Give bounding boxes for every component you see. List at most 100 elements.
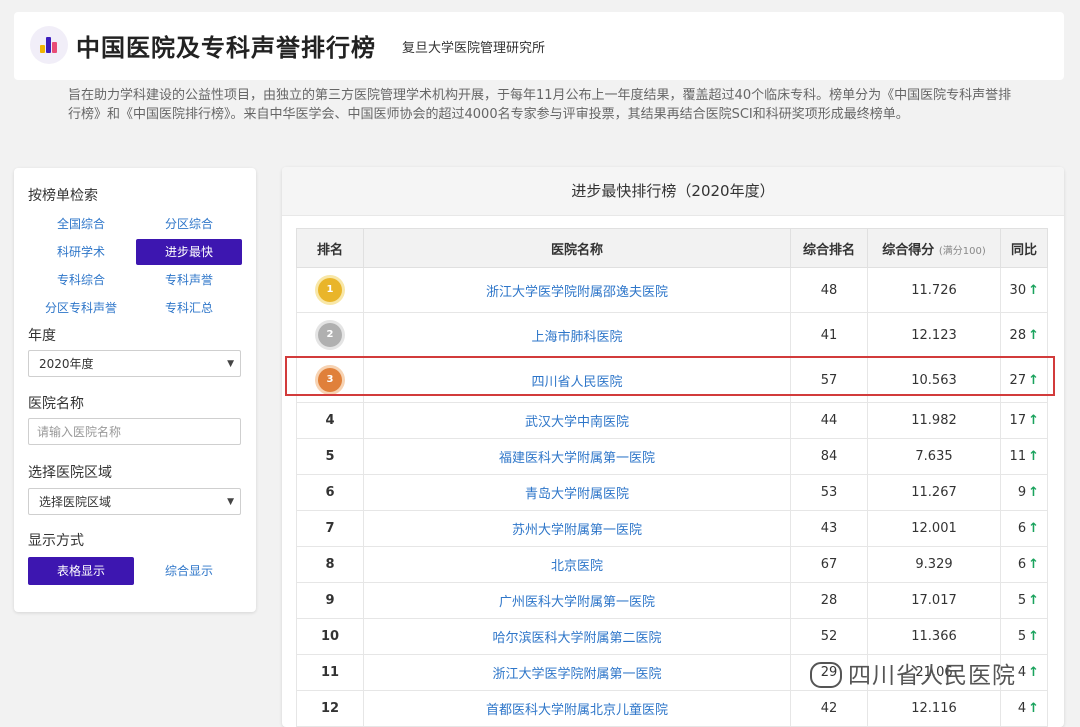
hospital-name-link[interactable]: 苏州大学附属第一医院: [363, 510, 791, 547]
table-display-button[interactable]: 表格显示: [28, 557, 134, 585]
watermark: 四川省人民医院: [810, 656, 1016, 690]
up-arrow-icon: ↑: [1028, 485, 1039, 500]
page-title: 中国医院及专科声誉排行榜: [76, 34, 376, 62]
rank-cell: 3: [296, 357, 364, 403]
yoy-cell: 30 ↑: [1000, 267, 1048, 313]
hospital-name-link[interactable]: 北京医院: [363, 546, 791, 583]
rank-cell: 6: [296, 474, 364, 511]
up-arrow-icon: ↑: [1028, 327, 1039, 343]
hospital-name-link[interactable]: 福建医科大学附属第一医院: [363, 438, 791, 475]
yoy-cell: 6 ↑: [1000, 510, 1048, 547]
score-cell: 11.726: [867, 267, 1001, 313]
list-link-specialty-summary[interactable]: 专科汇总: [136, 295, 242, 321]
table-row: 4 武汉大学中南医院 44 11.982 17 ↑: [296, 402, 1048, 439]
col-score: 综合得分 (满分100): [867, 228, 1001, 268]
yoy-value: 5: [1017, 593, 1027, 608]
yoy-cell: 5 ↑: [1000, 582, 1048, 619]
list-link-research[interactable]: 科研学术: [28, 239, 134, 265]
table-row: 6 青岛大学附属医院 53 11.267 9 ↑: [296, 474, 1048, 511]
list-link-national[interactable]: 全国综合: [28, 211, 134, 237]
hospital-name-link[interactable]: 浙江大学医学院附属邵逸夫医院: [363, 267, 791, 313]
rank-cell: 4: [296, 402, 364, 439]
yoy-value: 6: [1017, 557, 1027, 572]
table-row: 2 上海市肺科医院 41 12.123 28 ↑: [296, 312, 1048, 358]
up-arrow-icon: ↑: [1028, 282, 1039, 298]
year-select[interactable]: 2020年度 ▼: [28, 350, 241, 377]
yoy-value: 6: [1017, 521, 1027, 536]
table-row: 1 浙江大学医学院附属邵逸夫医院 48 11.726 30 ↑: [296, 267, 1048, 313]
list-link-specialty-overall[interactable]: 专科综合: [28, 267, 134, 293]
rank-cell: 8: [296, 546, 364, 583]
hospital-name-link[interactable]: 上海市肺科医院: [363, 312, 791, 358]
yoy-value: 27: [1009, 372, 1027, 388]
yoy-value: 4: [1017, 701, 1027, 716]
year-label: 年度: [28, 328, 56, 344]
rank-cell: 11: [296, 654, 364, 691]
rank-value: 7: [325, 521, 335, 536]
overall-rank-cell: 42: [790, 690, 868, 727]
rank-value: 10: [320, 629, 340, 644]
score-cell: 12.001: [867, 510, 1001, 547]
score-cell: 7.635: [867, 438, 1001, 475]
up-arrow-icon: ↑: [1028, 372, 1039, 388]
rank-value: 4: [325, 413, 335, 428]
caret-down-icon: ▼: [227, 359, 234, 369]
up-arrow-icon: ↑: [1028, 665, 1039, 680]
up-arrow-icon: ↑: [1028, 701, 1039, 716]
score-cell: 11.267: [867, 474, 1001, 511]
rank-cell: 9: [296, 582, 364, 619]
hospital-name-link[interactable]: 广州医科大学附属第一医院: [363, 582, 791, 619]
table-header-row: 排名 医院名称 综合排名 综合得分 (满分100) 同比: [296, 228, 1048, 268]
table-row: 8 北京医院 67 9.329 6 ↑: [296, 546, 1048, 583]
col-rank: 排名: [296, 228, 364, 268]
table-row: 12 首都医科大学附属北京儿童医院 42 12.116 4 ↑: [296, 690, 1048, 727]
hospital-name-link[interactable]: 浙江大学医学院附属第一医院: [363, 654, 791, 691]
rank-cell: 1: [296, 267, 364, 313]
overall-rank-cell: 43: [790, 510, 868, 547]
score-cell: 11.982: [867, 402, 1001, 439]
yoy-cell: 9 ↑: [1000, 474, 1048, 511]
hospital-name-input[interactable]: [28, 418, 241, 445]
list-link-most-improved[interactable]: 进步最快: [136, 239, 242, 265]
watermark-text: 四川省人民医院: [848, 663, 1016, 689]
combined-display-link[interactable]: 综合显示: [136, 557, 242, 585]
yoy-value: 9: [1017, 485, 1027, 500]
hospital-name-link[interactable]: 武汉大学中南医院: [363, 402, 791, 439]
overall-rank-cell: 41: [790, 312, 868, 358]
hospital-name-link[interactable]: 青岛大学附属医院: [363, 474, 791, 511]
hospital-name-link[interactable]: 首都医科大学附属北京儿童医院: [363, 690, 791, 727]
list-link-regional-specialty[interactable]: 分区专科声誉: [28, 295, 134, 321]
score-cell: 12.123: [867, 312, 1001, 358]
up-arrow-icon: ↑: [1028, 593, 1039, 608]
overall-rank-cell: 44: [790, 402, 868, 439]
ranking-title: 进步最快排行榜（2020年度）: [282, 167, 1064, 216]
score-cell: 9.329: [867, 546, 1001, 583]
hospital-name-link[interactable]: 四川省人民医院: [363, 357, 791, 403]
region-select[interactable]: 选择医院区域 ▼: [28, 488, 241, 515]
rank-cell: 7: [296, 510, 364, 547]
hospital-name-label: 医院名称: [28, 396, 84, 412]
caret-down-icon: ▼: [227, 497, 234, 507]
table-row: 9 广州医科大学附属第一医院 28 17.017 5 ↑: [296, 582, 1048, 619]
header-card: 中国医院及专科声誉排行榜 复旦大学医院管理研究所: [14, 12, 1064, 80]
col-score-label: 综合得分: [882, 242, 935, 258]
yoy-cell: 17 ↑: [1000, 402, 1048, 439]
table-row: 10 哈尔滨医科大学附属第二医院 52 11.366 5 ↑: [296, 618, 1048, 655]
region-select-value: 选择医院区域: [39, 495, 112, 509]
search-by-list-label: 按榜单检索: [28, 188, 98, 204]
display-mode-label: 显示方式: [28, 533, 84, 549]
col-overall-rank: 综合排名: [790, 228, 868, 268]
ranking-table: 排名 医院名称 综合排名 综合得分 (满分100) 同比 1 浙江大学医学院附属邵…: [296, 228, 1048, 727]
yoy-cell: 27 ↑: [1000, 357, 1048, 403]
list-link-specialty-reputation[interactable]: 专科声誉: [136, 267, 242, 293]
region-label: 选择医院区域: [28, 465, 112, 481]
rank-value: 8: [325, 557, 335, 572]
list-link-regional[interactable]: 分区综合: [136, 211, 242, 237]
yoy-value: 30: [1009, 282, 1027, 298]
table-row: 5 福建医科大学附属第一医院 84 7.635 11 ↑: [296, 438, 1048, 475]
yoy-cell: 28 ↑: [1000, 312, 1048, 358]
hospital-name-link[interactable]: 哈尔滨医科大学附属第二医院: [363, 618, 791, 655]
yoy-value: 5: [1017, 629, 1027, 644]
page-description: 旨在助力学科建设的公益性项目，由独立的第三方医院管理学术机构开展，于每年11月公…: [68, 88, 1012, 122]
rank-cell: 10: [296, 618, 364, 655]
